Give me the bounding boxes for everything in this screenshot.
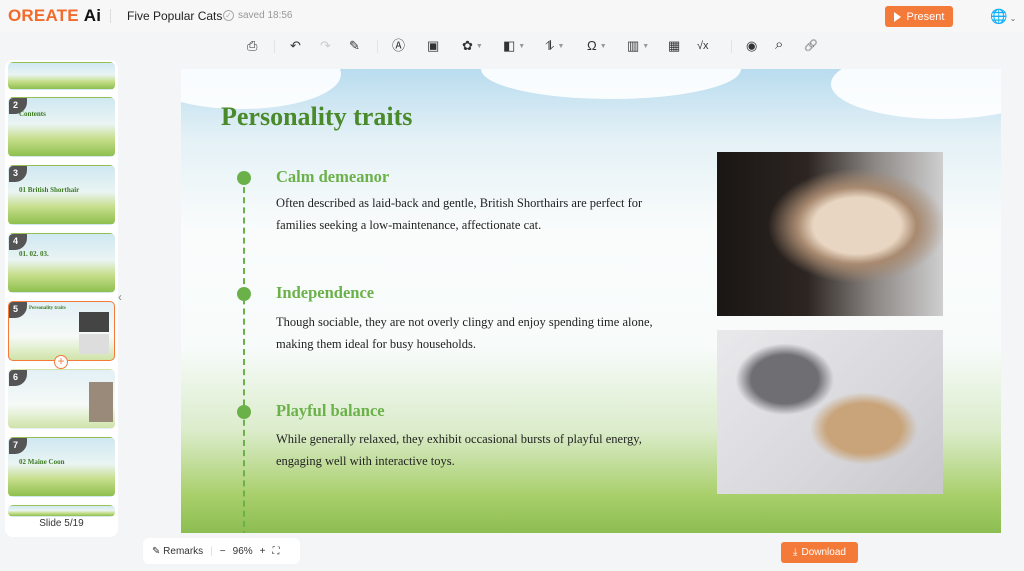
slide-counter: Slide 5/19 — [39, 518, 84, 529]
item-text[interactable]: While generally relaxed, they exhibit oc… — [276, 428, 676, 472]
edit-icon: ✎ — [152, 545, 161, 557]
cat-photo-held[interactable] — [717, 152, 943, 316]
divider — [110, 9, 111, 23]
link-icon[interactable]: 🔗 — [804, 38, 818, 54]
slide-thumbnail-8[interactable] — [8, 505, 115, 517]
symbol-icon[interactable]: Ω ▼ — [587, 38, 607, 55]
slide-thumbnail-3[interactable]: 3 01 British Shorthair — [8, 165, 115, 225]
image-icon[interactable]: ▣ — [427, 38, 439, 54]
redo-icon[interactable]: ↷ — [320, 38, 331, 54]
timeline-dot — [237, 287, 251, 301]
remarks-button[interactable]: ✎ Remarks — [152, 546, 203, 557]
item-heading[interactable]: Calm demeanor — [276, 167, 389, 187]
record-icon[interactable]: ◉ — [746, 38, 757, 54]
collapse-panel-chevron-icon[interactable]: ‹ — [118, 290, 122, 304]
play-icon — [893, 11, 901, 22]
slide-thumbnail-6[interactable]: 6 — [8, 369, 115, 429]
present-button[interactable]: Present — [885, 6, 953, 27]
item-text[interactable]: Often described as laid-back and gentle,… — [276, 192, 676, 236]
check-icon: ✓ — [223, 10, 234, 21]
slide-thumbnail-7[interactable]: 7 02 Maine Coon — [8, 437, 115, 497]
shapes-icon[interactable]: ◧ ▼ — [503, 38, 525, 55]
logo[interactable]: OREATE Ai — [8, 6, 101, 26]
icons-icon[interactable]: ✿ ▼ — [462, 38, 483, 55]
format-painter-icon[interactable]: ✎ — [349, 38, 360, 54]
timeline-dot — [237, 171, 251, 185]
item-text[interactable]: Though sociable, they are not overly cli… — [276, 311, 676, 355]
item-heading[interactable]: Independence — [276, 283, 374, 303]
language-button[interactable]: 🌐 ⌄ — [990, 8, 1016, 25]
slide-thumbnail-2[interactable]: 2 Contents — [8, 97, 115, 157]
save-status: ✓ saved 18:56 — [223, 10, 293, 21]
zoom-out-button[interactable]: − — [220, 546, 226, 557]
globe-icon: 🌐 — [990, 8, 1008, 24]
slide-thumbnail-panel[interactable]: 2 Contents 3 01 British Shorthair 4 01. 02.… — [5, 60, 118, 537]
slide-title[interactable]: Personality traits — [221, 102, 412, 132]
zoom-in-button[interactable]: + — [260, 546, 266, 557]
document-title[interactable]: Five Popular Cats — [127, 9, 222, 23]
slide-thumbnail-1[interactable] — [8, 62, 115, 90]
toolbar: ⎙ ↶ ↷ ✎ Ⓐ ▣ ✿ ▼ ◧ ▼ ⥮ ▼ Ω ▼ ▥ ▼ ▦ √x ◉ ⌕ 🔗 — [0, 32, 1024, 60]
slide-canvas[interactable]: Personality traits Calm demeanor Often d… — [181, 69, 1001, 533]
timeline-dot — [237, 405, 251, 419]
slide-thumbnail-4[interactable]: 4 01. 02. 03. — [8, 233, 115, 293]
connector-icon[interactable]: ⥮ ▼ — [545, 38, 564, 55]
download-button[interactable]: ⤓ Download — [781, 542, 858, 563]
cat-photo-toys[interactable] — [717, 330, 943, 494]
formula-icon[interactable]: √x — [697, 38, 709, 54]
table-icon[interactable]: ▦ — [668, 38, 680, 54]
add-slide-button[interactable]: + — [54, 355, 68, 369]
bottom-controls: ✎ Remarks | − 96% + ⛶ — [143, 538, 300, 564]
top-bar: OREATE Ai Five Popular Cats ✓ saved 18:56 … — [0, 0, 1024, 32]
undo-icon[interactable]: ↶ — [290, 38, 301, 54]
item-heading[interactable]: Playful balance — [276, 401, 385, 421]
chart-icon[interactable]: ▥ ▼ — [627, 38, 649, 55]
fullscreen-icon[interactable]: ⛶ — [273, 546, 280, 557]
zoom-level: 96% — [232, 545, 253, 557]
slide-thumbnail-5[interactable]: 5 Personality traits — [8, 301, 115, 361]
save-icon[interactable]: ⎙ — [247, 38, 257, 54]
text-box-icon[interactable]: Ⓐ — [392, 38, 405, 54]
timeline-line — [243, 177, 245, 533]
download-icon: ⤓ — [793, 547, 798, 558]
search-icon[interactable]: ⌕ — [775, 37, 783, 52]
